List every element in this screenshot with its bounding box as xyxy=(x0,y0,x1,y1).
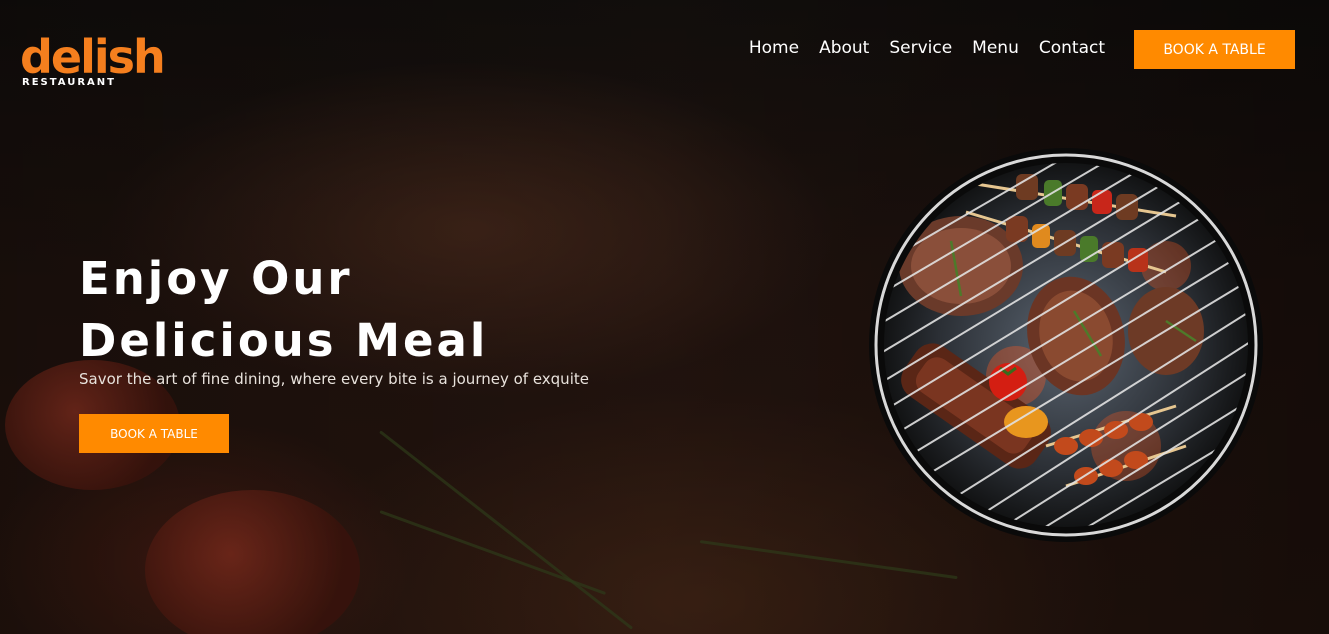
logo-wordmark: delish xyxy=(20,30,166,84)
hero-title: Enjoy Our Delicious Meal xyxy=(79,248,599,372)
book-table-button[interactable]: BOOK A TABLE xyxy=(1134,30,1295,69)
hero-title-line1: Enjoy Our xyxy=(79,252,353,305)
nav-contact[interactable]: Contact xyxy=(1039,38,1105,58)
nav-home[interactable]: Home xyxy=(749,38,799,58)
bbq-grill-image xyxy=(869,148,1263,542)
logo-subtitle: RESTAURANT xyxy=(22,77,116,88)
nav-menu[interactable]: Menu xyxy=(972,38,1019,58)
hero-title-line2: Delicious Meal xyxy=(79,314,489,367)
main-nav: Home About Service Menu Contact xyxy=(749,38,1105,58)
hero-subtitle: Savor the art of fine dining, where ever… xyxy=(79,370,589,388)
nav-service[interactable]: Service xyxy=(889,38,952,58)
brand-logo[interactable]: delish RESTAURANT xyxy=(20,34,195,92)
hero-book-table-button[interactable]: BOOK A TABLE xyxy=(79,414,229,453)
nav-about[interactable]: About xyxy=(819,38,869,58)
